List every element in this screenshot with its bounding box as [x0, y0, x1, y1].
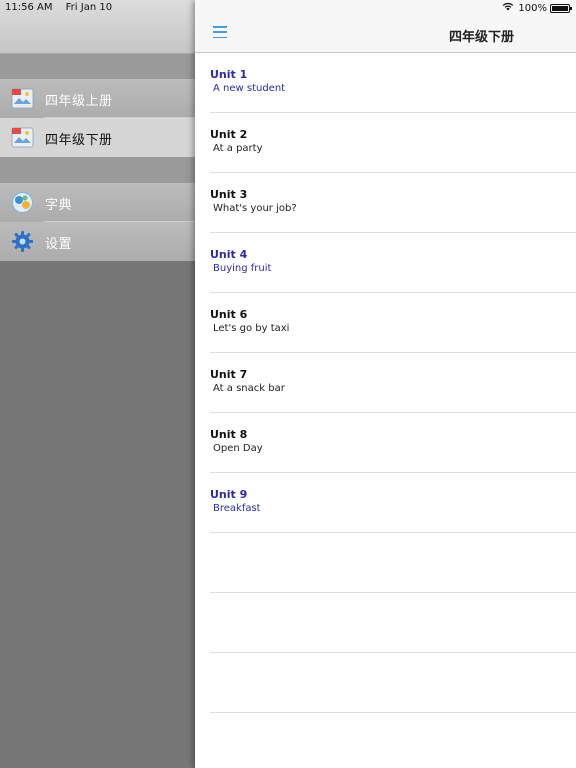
sidebar-item-label: 字典 [45, 198, 73, 213]
list-item-unit-3[interactable]: Unit 3 What's your job? [195, 173, 576, 233]
status-bar-left: 11:56 AM Fri Jan 10 [5, 2, 122, 13]
book-icon [11, 87, 34, 110]
unit-subtitle: A new student [213, 83, 286, 94]
sidebar-item-grade4-vol1[interactable]: 四年级上册 [0, 79, 195, 118]
divider [210, 712, 576, 713]
battery-percent: 100% [518, 2, 547, 14]
gear-icon [11, 230, 34, 253]
unit-title: Unit 2 [210, 128, 248, 141]
list-item-unit-6[interactable]: Unit 6 Let's go by taxi [195, 293, 576, 353]
menu-icon[interactable] [213, 26, 227, 38]
list-item-unit-7[interactable]: Unit 7 At a snack bar [195, 353, 576, 413]
list-item-unit-1[interactable]: Unit 1 A new student [195, 53, 576, 113]
unit-title: Unit 4 [210, 248, 248, 261]
unit-subtitle: Breakfast [213, 503, 261, 514]
empty-row [195, 533, 576, 593]
unit-title: Unit 6 [210, 308, 248, 321]
sidebar-section-gap [0, 54, 195, 79]
sidebar-item-settings[interactable]: 设置 [0, 222, 195, 261]
unit-list: Unit 1 A new student Unit 2 At a party U… [195, 53, 576, 713]
battery-icon [550, 3, 572, 13]
unit-title: Unit 9 [210, 488, 248, 501]
sidebar-item-dictionary[interactable]: 字典 [0, 183, 195, 222]
empty-row [195, 593, 576, 653]
status-time: 11:56 AM [5, 2, 53, 13]
unit-title: Unit 1 [210, 68, 248, 81]
unit-subtitle: Open Day [213, 443, 263, 454]
sidebar-item-label: 设置 [45, 237, 73, 252]
list-item-unit-9[interactable]: Unit 9 Breakfast [195, 473, 576, 533]
unit-title: Unit 7 [210, 368, 248, 381]
main-panel: 100% 四年级下册 Unit 1 A new student Unit 2 A… [195, 0, 576, 768]
sidebar: 11:56 AM Fri Jan 10 四年级上册 四年级下册 字典 设置 [0, 0, 195, 768]
sidebar-item-grade4-vol2[interactable]: 四年级下册 [0, 118, 195, 157]
sidebar-item-label: 四年级下册 [45, 133, 113, 148]
wifi-icon [502, 2, 514, 14]
status-bar-right: 100% [502, 2, 572, 14]
status-date: Fri Jan 10 [65, 2, 113, 13]
list-item-unit-8[interactable]: Unit 8 Open Day [195, 413, 576, 473]
unit-subtitle: What's your job? [213, 203, 297, 214]
empty-row [195, 653, 576, 713]
unit-subtitle: At a party [213, 143, 263, 154]
navigation-bar: 100% 四年级下册 [195, 0, 576, 53]
page-title: 四年级下册 [448, 30, 514, 45]
unit-title: Unit 3 [210, 188, 248, 201]
unit-title: Unit 8 [210, 428, 248, 441]
unit-subtitle: Let's go by taxi [213, 323, 290, 334]
list-item-unit-4[interactable]: Unit 4 Buying fruit [195, 233, 576, 293]
dictionary-icon [11, 191, 34, 214]
sidebar-header: 11:56 AM Fri Jan 10 [0, 0, 195, 54]
sidebar-item-label: 四年级上册 [45, 94, 113, 109]
sidebar-section-gap [0, 157, 195, 183]
list-item-unit-2[interactable]: Unit 2 At a party [195, 113, 576, 173]
book-icon [11, 126, 34, 149]
unit-subtitle: At a snack bar [213, 383, 285, 394]
unit-subtitle: Buying fruit [213, 263, 272, 274]
